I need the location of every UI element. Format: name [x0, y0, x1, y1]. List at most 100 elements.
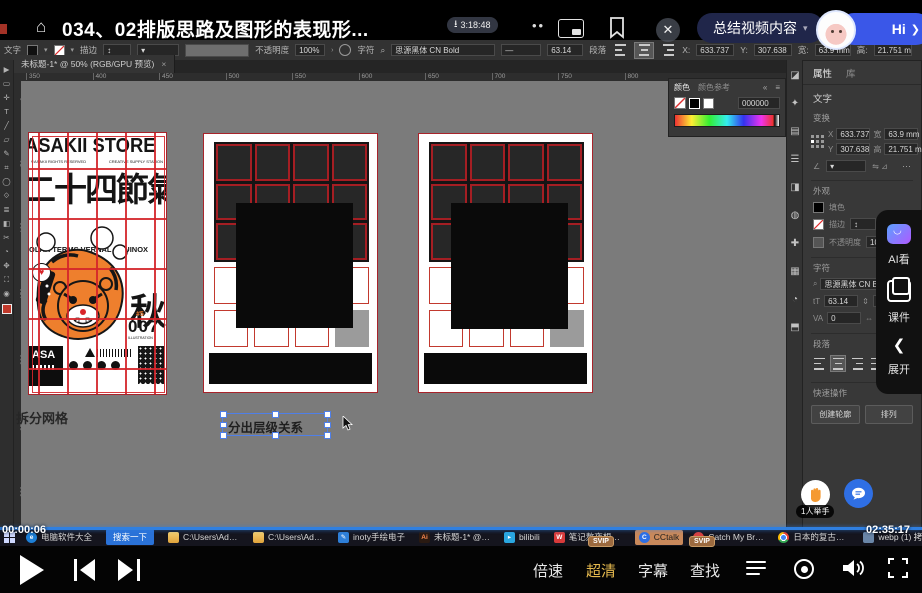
align-left-icon[interactable] — [811, 355, 827, 372]
width-field[interactable]: 63.9 mm — [884, 128, 918, 140]
taskbar-item[interactable]: ✎inoty手绘电子 — [334, 529, 409, 545]
reference-point-widget[interactable] — [811, 135, 824, 148]
assistant-avatar[interactable] — [816, 10, 856, 50]
panel-icon[interactable]: ⬒ — [790, 322, 799, 333]
selection-handle[interactable] — [220, 422, 227, 429]
tool-icon[interactable]: ◉ — [3, 290, 10, 298]
subtitle-button[interactable]: 字幕 — [638, 560, 668, 581]
kerning-icon[interactable]: ⇔ — [865, 314, 873, 323]
panel-icon[interactable]: ✚ — [791, 238, 799, 249]
close-icon[interactable]: × — [161, 59, 166, 69]
tool-icon[interactable]: ✂ — [3, 234, 9, 242]
opacity-icon[interactable] — [813, 237, 824, 248]
next-episode-button[interactable] — [118, 559, 140, 581]
selection-handle[interactable] — [272, 411, 279, 418]
more-options[interactable]: ··· — [902, 161, 911, 171]
create-outlines-button[interactable]: 创建轮廓 — [811, 405, 860, 424]
settings-icon[interactable] — [794, 559, 814, 579]
leading-icon[interactable]: ⇕ — [862, 297, 869, 306]
tab-color[interactable]: 颜色 — [674, 82, 690, 93]
tool-icon[interactable]: ≣ — [3, 206, 9, 214]
none-swatch[interactable] — [674, 97, 686, 109]
stroke-width-field[interactable]: ↕ — [850, 218, 876, 230]
expand-chevron-icon[interactable]: ❮ — [893, 336, 906, 354]
seek-bar[interactable] — [0, 527, 922, 530]
y-field[interactable]: 307.638 — [836, 143, 870, 155]
taskbar-item[interactable]: C:\Users\Admi... — [164, 530, 243, 545]
selection-handle[interactable] — [220, 411, 227, 418]
arrange-button[interactable]: 排列 — [865, 405, 914, 424]
selected-text-object[interactable]: 分出层级关系 — [222, 413, 328, 436]
find-button[interactable]: 查找 — [690, 560, 720, 581]
bookmark-icon[interactable] — [608, 16, 626, 40]
quality-button[interactable]: 超清 — [586, 560, 616, 581]
font-size-field[interactable]: 63.14 — [824, 295, 858, 307]
chat-button[interactable] — [844, 479, 873, 508]
tab-properties[interactable]: 属性 — [813, 66, 832, 80]
tool-icon[interactable]: ◧ — [3, 220, 10, 228]
panel-menu-icon[interactable]: ≡ — [775, 83, 780, 92]
tool-icon[interactable]: ◔ — [4, 248, 9, 256]
document-tab[interactable]: 未标题-1* @ 50% (RGB/GPU 预览) × — [13, 55, 175, 73]
ai-watch-label[interactable]: AI看 — [888, 251, 909, 267]
selection-handle[interactable] — [324, 411, 331, 418]
panel-icon[interactable]: ◍ — [791, 210, 800, 221]
height-field[interactable]: 21.751 m — [884, 143, 918, 155]
taskbar-item[interactable]: 日本的复古街头... — [774, 529, 853, 545]
tool-icon[interactable]: ◯ — [2, 178, 10, 186]
poster-artwork-1[interactable]: ASAKII STORE ©ASAKII RIGHTS RESERVEDCREA… — [28, 132, 167, 395]
panel-icon[interactable]: ▤ — [790, 126, 799, 137]
tool-icon[interactable]: ⟐ — [4, 192, 10, 200]
more-dots-icon[interactable]: •• — [532, 18, 545, 33]
tab-library[interactable]: 库 — [846, 66, 856, 80]
rotate-field[interactable]: ▾ — [826, 160, 866, 172]
ai-watch-icon[interactable] — [887, 224, 911, 244]
tool-icon[interactable]: ⛶ — [4, 276, 9, 284]
poster-layout-3[interactable] — [418, 133, 593, 393]
align-right-icon[interactable] — [849, 355, 865, 372]
tool-icon[interactable]: T — [4, 108, 9, 116]
search-icon[interactable]: ⌕ — [813, 279, 817, 289]
speed-button[interactable]: 倍速 — [533, 560, 563, 581]
panel-icon[interactable]: ✦ — [791, 98, 799, 109]
taskbar-item[interactable]: ▸bilibili — [500, 530, 544, 545]
tool-icon[interactable]: ⌗ — [4, 164, 8, 172]
taskbar-item[interactable]: C:\Users\Adm... — [249, 530, 328, 545]
raise-hand-button[interactable]: 1人举手 — [796, 480, 834, 518]
flip-icons[interactable]: ⇋ ⊿ — [872, 162, 888, 171]
color-spectrum[interactable] — [674, 114, 780, 127]
cache-indicator[interactable]: ⭳ 3:18:48 — [447, 17, 498, 33]
taskbar-item[interactable]: Ai未标题-1* @ 50... — [415, 529, 494, 545]
fullscreen-icon[interactable] — [888, 558, 908, 578]
playlist-icon[interactable] — [746, 561, 766, 575]
x-field[interactable]: 633.737 — [836, 128, 870, 140]
tool-icon[interactable]: ╱ — [4, 122, 9, 130]
tool-icon[interactable]: ✛ — [3, 94, 9, 102]
tool-icon[interactable]: ▱ — [4, 136, 10, 144]
summarize-video-button[interactable]: 总结视频内容▾ — [697, 13, 824, 43]
taskbar-item[interactable]: CCCtalk — [635, 530, 684, 545]
selection-handle[interactable] — [324, 432, 331, 439]
taskbar-item[interactable]: 搜索一下 — [102, 527, 158, 547]
selection-handle[interactable] — [324, 422, 331, 429]
courseware-icon[interactable] — [887, 280, 911, 302]
tab-color-guide[interactable]: 颜色参考 — [698, 82, 730, 93]
panel-icon[interactable]: ▦ — [790, 266, 799, 277]
selection-handle[interactable] — [220, 432, 227, 439]
previous-episode-button[interactable] — [74, 559, 96, 581]
tool-icon[interactable]: ▭ — [3, 80, 10, 88]
volume-icon[interactable] — [842, 558, 866, 578]
tool-fill-stroke-swatch[interactable] — [2, 304, 12, 314]
play-button[interactable] — [20, 555, 44, 585]
align-center-icon[interactable] — [830, 355, 846, 372]
tool-icon[interactable]: ✎ — [3, 150, 9, 158]
panel-icon[interactable]: ◔ — [792, 294, 798, 305]
panel-icon[interactable]: ◪ — [790, 70, 799, 81]
courseware-label[interactable]: 课件 — [888, 309, 910, 325]
panel-icon[interactable]: ◨ — [790, 182, 799, 193]
selection-handle[interactable] — [272, 432, 279, 439]
close-icon[interactable]: ✕ — [656, 18, 680, 42]
stroke-swatch[interactable] — [813, 219, 824, 230]
tool-icon[interactable]: ▶ — [4, 66, 10, 74]
pip-icon[interactable] — [558, 19, 584, 38]
